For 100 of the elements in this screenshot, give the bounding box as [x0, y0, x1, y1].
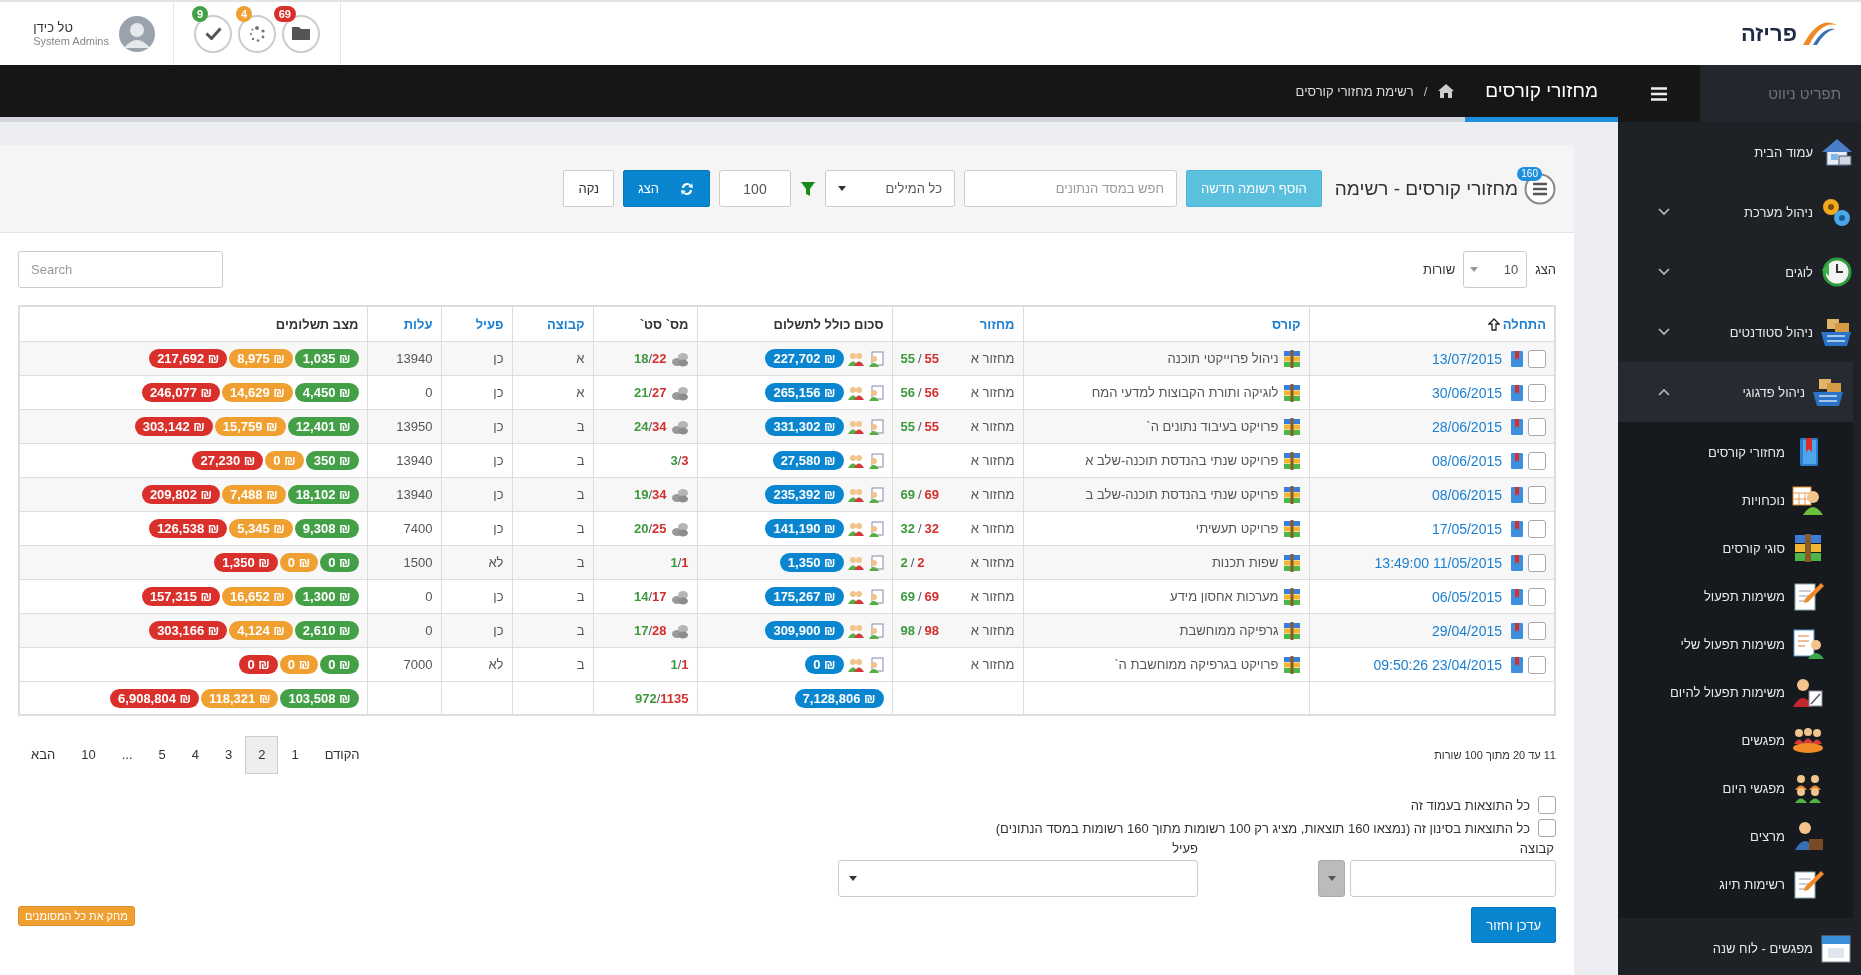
table-cell: ב [576, 623, 585, 638]
amount-pill: 103,508 ₪ [280, 688, 359, 708]
submenu-item[interactable]: סוגי קורסים [1618, 524, 1853, 572]
column-header[interactable]: התחלה [1487, 316, 1546, 332]
table-cell: ב [576, 589, 585, 604]
archive-icon [1282, 349, 1301, 368]
cycle-name: מחזור א [970, 657, 1015, 672]
row-checkbox[interactable] [1528, 349, 1546, 368]
date-link[interactable]: 17/05/2015 [1431, 520, 1502, 537]
update-button[interactable]: עדכן וחזור [1471, 907, 1556, 943]
table-cell: כן [493, 419, 504, 434]
active-select[interactable] [838, 860, 1198, 897]
folder-icon [292, 27, 310, 40]
page-link[interactable]: 2 [245, 736, 279, 774]
submenu-item[interactable]: משימות תפעול [1618, 572, 1853, 620]
book-icon [1510, 485, 1524, 504]
search-field[interactable]: Search [18, 250, 223, 288]
date-link[interactable]: 13/07/2015 [1431, 350, 1502, 367]
submenu-item[interactable]: מרצים [1618, 812, 1853, 860]
submenu-item[interactable]: מפגשי היום [1618, 764, 1853, 812]
user-edit-icon [867, 588, 884, 605]
people-icon [847, 622, 864, 639]
sidebar-item[interactable]: ניהול פדגוגי [1618, 362, 1853, 422]
count-value: 69 [900, 589, 915, 604]
submenu-item[interactable]: משימות תפעול שלי [1618, 620, 1853, 668]
row-checkbox[interactable] [1528, 383, 1546, 402]
row-checkbox[interactable] [1528, 587, 1546, 606]
checkbox[interactable] [1538, 819, 1556, 837]
count-value: 69 [924, 589, 940, 604]
amount-pill: 12,401 ₪ [287, 417, 359, 436]
row-checkbox[interactable] [1528, 621, 1546, 640]
sidebar-item[interactable]: ניהול סטודנטים [1618, 302, 1861, 362]
count-value: 34 [652, 487, 667, 502]
page-size-select[interactable]: 10 [1463, 250, 1528, 288]
date-link[interactable]: 29/04/2015 [1431, 622, 1502, 639]
user-edit-icon [867, 554, 884, 571]
row-checkbox[interactable] [1528, 417, 1546, 436]
date-link[interactable]: 30/06/2015 [1431, 384, 1502, 401]
table-cell: ב [576, 555, 585, 570]
submenu-item[interactable]: מחזורי קורסים [1618, 428, 1853, 476]
slash-separator: / [916, 385, 923, 400]
row-checkbox[interactable] [1528, 519, 1546, 538]
column-header[interactable]: פעיל [475, 316, 504, 332]
page-link[interactable]: הקודם [311, 736, 373, 774]
row-checkbox[interactable] [1528, 451, 1546, 470]
search-field[interactable]: חפש במסד הנתונים [964, 170, 1177, 207]
breadcrumb-link[interactable]: רשימת מחזורי קורסים [1295, 83, 1414, 99]
row-checkbox[interactable] [1528, 655, 1546, 674]
page-link[interactable]: 10 [68, 736, 109, 774]
page-link[interactable]: 3 [211, 736, 246, 774]
table-cell: 0 [425, 589, 433, 604]
people-icon [847, 486, 864, 503]
dropdown-button[interactable] [1318, 860, 1345, 897]
amount-pill: 141,190 ₪ [765, 519, 844, 538]
row-checkbox[interactable] [1528, 485, 1546, 504]
menu-button[interactable] [1618, 65, 1700, 122]
row-checkbox[interactable] [1528, 553, 1546, 572]
column-header[interactable]: מחזור [979, 316, 1015, 332]
clear-button[interactable]: נקה [563, 170, 615, 207]
archive-icon [1282, 587, 1301, 606]
page-link[interactable]: 1 [278, 736, 312, 774]
sidebar-item[interactable]: לוגים [1618, 242, 1861, 302]
checkbox[interactable] [1538, 796, 1556, 814]
limit-field[interactable]: 100 [719, 170, 791, 207]
submenu-item[interactable]: משימות תפעול להיום [1618, 668, 1853, 716]
submenu-item[interactable]: נוכחויות [1618, 476, 1853, 524]
sidebar-item[interactable]: ניהול מערכת [1618, 182, 1861, 242]
count-badge: 160 [1517, 166, 1542, 181]
date-link[interactable]: 08/06/2015 [1431, 486, 1502, 503]
page-link[interactable]: 4 [178, 736, 212, 774]
amount-pill: 7,128,806 ₪ [794, 688, 884, 708]
count-value: 98 [924, 623, 940, 638]
date-link[interactable]: 28/06/2015 [1431, 418, 1502, 435]
page-link[interactable]: 5 [145, 736, 179, 774]
count-value: 18 [633, 351, 649, 366]
chevron-down-icon [1658, 208, 1670, 216]
table-cell: ב [576, 419, 585, 434]
column-header[interactable]: קורס [1271, 316, 1301, 332]
column-header[interactable]: עלות [403, 316, 433, 332]
field-label: פעיל [1171, 841, 1198, 858]
slash-separator: / [677, 453, 682, 468]
match-mode-select[interactable]: כל המילים [825, 170, 955, 207]
home-icon[interactable] [1437, 83, 1456, 99]
book-icon [1510, 655, 1524, 674]
list-person-icon [1791, 628, 1825, 660]
date-link[interactable]: 08/06/2015 [1431, 452, 1502, 469]
sidebar-item[interactable]: מפגשים - לוח שנה [1618, 918, 1861, 975]
submenu-item[interactable]: רשימות תיוג [1618, 860, 1853, 908]
page-link[interactable]: הבא [18, 736, 69, 774]
table-cell: 13950 [396, 419, 433, 434]
show-button[interactable]: הצג [623, 170, 710, 207]
filter-icon[interactable] [800, 180, 816, 197]
page-link[interactable]: ... [108, 736, 146, 774]
amount-pill: 209,802 ₪ [141, 485, 220, 504]
date-link[interactable]: 06/05/2015 [1431, 588, 1502, 605]
sidebar-item[interactable]: עמוד הבית [1618, 122, 1861, 182]
submenu-item[interactable]: מפגשים [1618, 716, 1853, 764]
group-field[interactable] [1350, 860, 1556, 897]
table-cell: כן [493, 623, 504, 638]
book-icon [1510, 417, 1524, 436]
